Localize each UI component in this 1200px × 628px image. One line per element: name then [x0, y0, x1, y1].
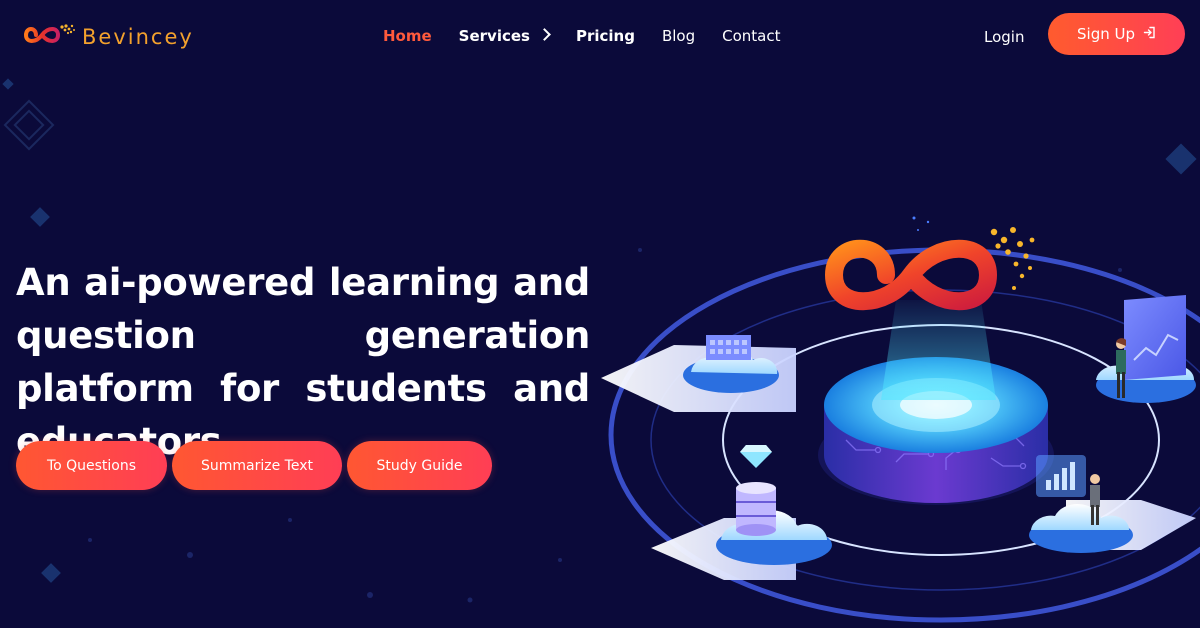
hero-illustration — [596, 200, 1200, 628]
nav-item-services-label: Services — [458, 27, 530, 45]
nav-item-pricing[interactable]: Pricing — [576, 27, 635, 45]
nav-item-blog[interactable]: Blog — [662, 27, 695, 45]
brand-name: Bevincey — [82, 25, 194, 49]
to-questions-button[interactable]: To Questions — [16, 441, 167, 490]
nav-item-home[interactable]: Home — [383, 27, 432, 45]
signup-button[interactable]: Sign Up — [1048, 13, 1185, 55]
chevron-right-icon — [538, 28, 551, 41]
study-guide-button[interactable]: Study Guide — [347, 441, 492, 490]
main-nav: Home Services Pricing Blog Contact — [383, 27, 807, 45]
site-header: Bevincey Home Services Pricing Blog Cont… — [0, 0, 1200, 72]
infinity-logo-icon — [23, 21, 76, 53]
signup-button-label: Sign Up — [1077, 25, 1135, 43]
nav-item-services[interactable]: Services — [458, 27, 551, 45]
login-link[interactable]: Login — [984, 28, 1024, 46]
brand-logo[interactable]: Bevincey — [23, 21, 194, 53]
hero-actions: To Questions Summarize Text Study Guide — [16, 441, 492, 490]
nav-item-contact[interactable]: Contact — [722, 27, 780, 45]
hero-headline: An ai-powered learning and question gene… — [16, 261, 590, 463]
sign-in-arrow-icon — [1143, 26, 1156, 42]
summarize-text-button[interactable]: Summarize Text — [172, 441, 342, 490]
